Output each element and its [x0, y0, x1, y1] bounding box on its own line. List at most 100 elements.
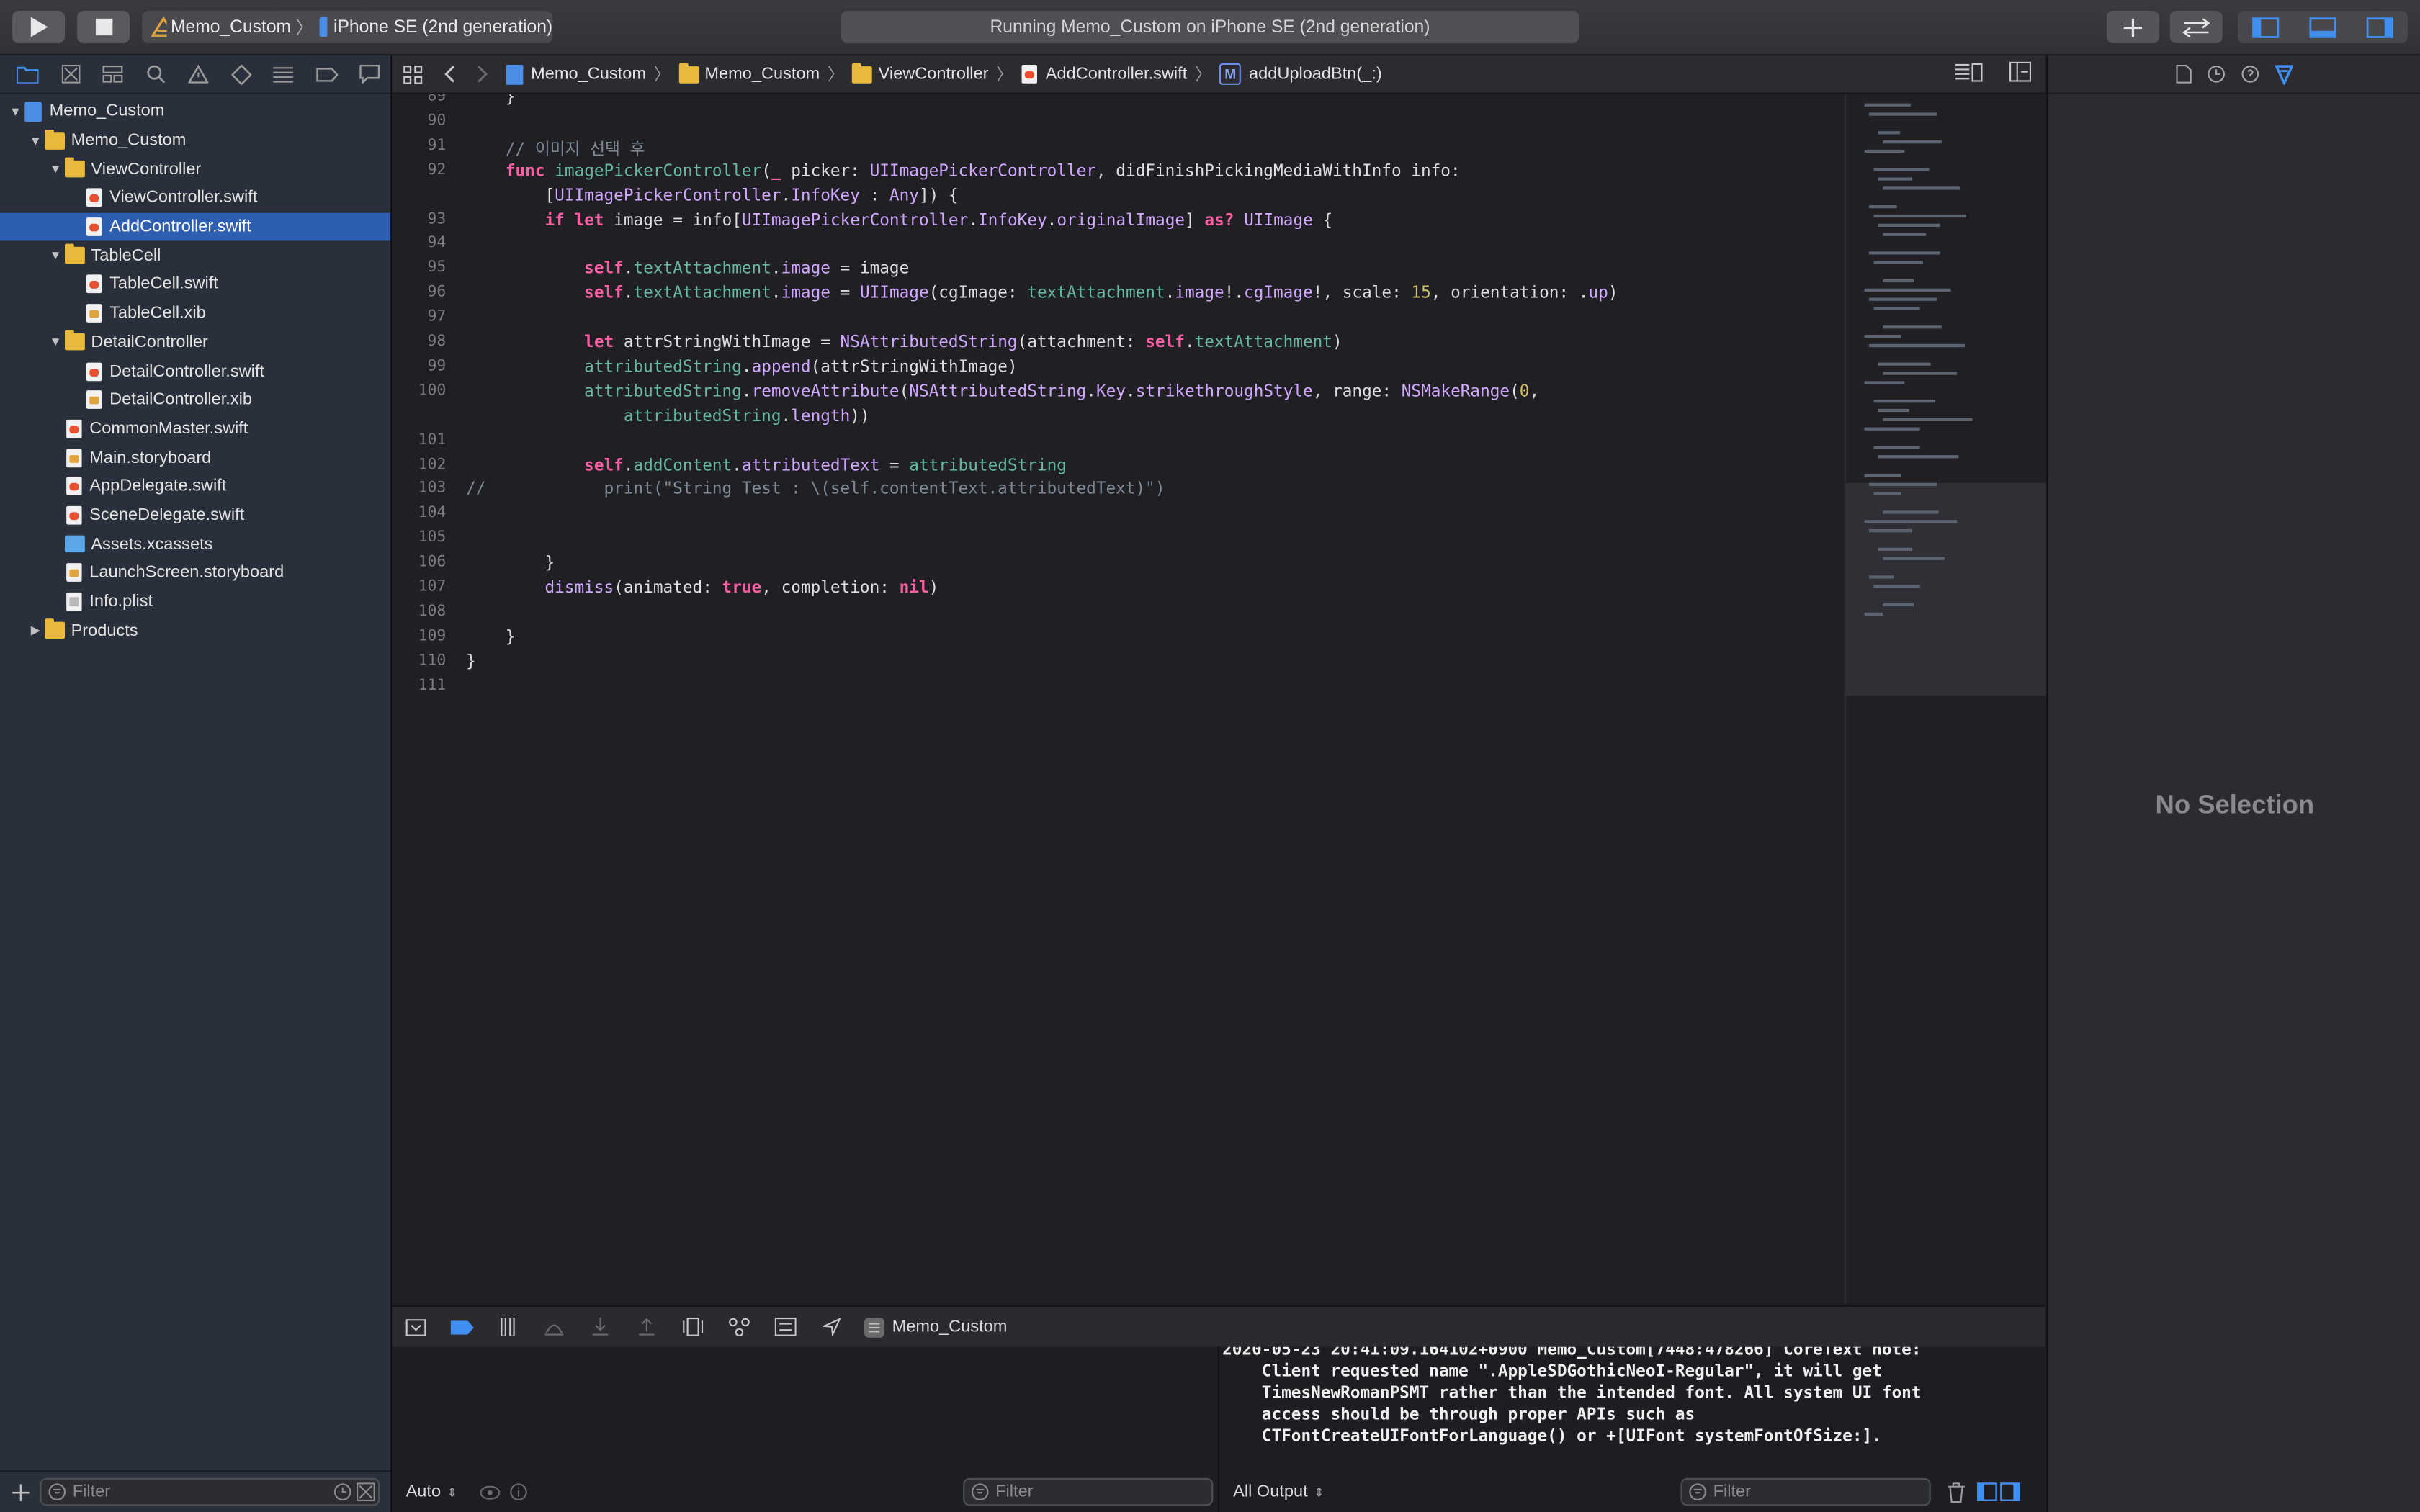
file-tree-item[interactable]: ▼ DetailController [0, 328, 390, 356]
info-icon[interactable] [509, 1482, 528, 1501]
code-line[interactable]: if let image = info[UIImagePickerControl… [466, 211, 1332, 230]
code-line[interactable]: attributedString.length)) [466, 407, 870, 426]
hide-debug-area-icon[interactable] [392, 1307, 438, 1347]
code-line[interactable]: } [466, 652, 476, 671]
file-tree-item[interactable]: ▼ TableCell [0, 241, 390, 270]
step-into-icon[interactable] [577, 1307, 623, 1347]
source-editor[interactable]: 89 } 90 91 // 이미지 선택 후 92 func imagePickerC… [392, 94, 1843, 1304]
debug-area-toggle-icon[interactable] [2309, 17, 2337, 38]
file-tree-item[interactable]: CommonMaster.swift [0, 414, 390, 443]
minimap-visible-region[interactable] [1845, 482, 2047, 696]
code-line[interactable]: } [466, 554, 555, 572]
test-nav-icon[interactable] [220, 55, 262, 92]
file-tree-item[interactable]: ▼ Memo_Custom [0, 97, 390, 126]
code-line[interactable]: attributedString.append(attrStringWithIm… [466, 358, 1017, 377]
disclosure-open-icon[interactable]: ▼ [6, 104, 25, 118]
add-editor-icon[interactable] [2009, 61, 2031, 86]
library-button[interactable] [2107, 11, 2159, 43]
breakpoints-toggle-icon[interactable] [439, 1307, 485, 1347]
code-line[interactable]: self.textAttachment.image = UIImage(cgIm… [466, 284, 1618, 303]
help-inspector-icon[interactable] [2241, 65, 2259, 84]
back-button[interactable] [432, 65, 466, 84]
trash-icon[interactable] [1948, 1482, 1965, 1503]
file-tree-item[interactable]: TableCell.swift [0, 270, 390, 299]
code-review-button[interactable] [2169, 11, 2223, 43]
navigator-filter-field[interactable]: Filter [40, 1477, 380, 1506]
code-line[interactable]: // print("String Test : \(self.contentTe… [466, 480, 1165, 499]
file-tree-item[interactable]: ▼ Memo_Custom [0, 126, 390, 155]
code-line[interactable]: } [466, 628, 516, 647]
code-line[interactable]: self.textAttachment.image = image [466, 260, 909, 279]
environment-overrides-icon[interactable] [763, 1307, 809, 1347]
file-tree-item[interactable]: AddController.swift [0, 212, 391, 242]
file-tree-item[interactable]: DetailController.xib [0, 385, 390, 414]
breadcrumb-group[interactable]: Memo_Custom 〉 [678, 62, 852, 86]
memory-graph-icon[interactable] [716, 1307, 762, 1347]
code-line[interactable]: func imagePickerController(_ picker: UII… [466, 161, 1461, 180]
forward-button[interactable] [466, 65, 500, 84]
code-line[interactable]: [UIImagePickerController.InfoKey : Any])… [466, 186, 958, 204]
history-inspector-icon[interactable] [2207, 65, 2226, 84]
code-line[interactable]: } [466, 94, 516, 107]
disclosure-open-icon[interactable]: ▼ [46, 162, 65, 176]
related-items-icon[interactable] [392, 64, 432, 84]
file-tree-item[interactable]: LaunchScreen.storyboard [0, 559, 390, 588]
breadcrumb-subgroup[interactable]: ViewController 〉 [852, 62, 1021, 86]
attributes-inspector-icon[interactable] [2275, 64, 2294, 84]
scheme-selector[interactable]: Memo_Custom 〉 iPhone SE (2nd generation) [142, 11, 553, 43]
add-file-icon[interactable] [0, 1483, 40, 1500]
source-control-filter-icon[interactable] [356, 1482, 375, 1501]
split-view-toggle[interactable] [1977, 1482, 2020, 1501]
show-variables-icon[interactable] [1977, 1482, 1997, 1501]
file-tree-item[interactable]: Assets.xcassets [0, 530, 390, 559]
view-hierarchy-icon[interactable] [670, 1307, 716, 1347]
step-over-icon[interactable] [531, 1307, 577, 1347]
code-line[interactable]: dismiss(animated: true, completion: nil) [466, 579, 938, 598]
console-output-popup[interactable]: All Output ⇕ [1233, 1472, 1325, 1512]
source-control-nav-icon[interactable] [49, 55, 91, 92]
debug-target[interactable]: Memo_Custom [864, 1316, 1007, 1337]
file-tree-item[interactable]: ▶ Products [0, 616, 390, 645]
breadcrumb-file[interactable]: AddController.swift 〉 [1021, 62, 1219, 86]
console-output[interactable]: 2020-05-23 20:41:09.164102+0900 Memo_Cus… [1219, 1347, 2045, 1447]
code-line[interactable]: attributedString.removeAttribute(NSAttri… [466, 382, 1539, 401]
debug-nav-icon[interactable] [262, 55, 305, 92]
folder-nav-icon[interactable] [6, 55, 49, 92]
report-nav-icon[interactable] [348, 55, 390, 92]
inspector-toggle-icon[interactable] [2365, 17, 2393, 38]
disclosure-open-icon[interactable]: ▼ [46, 249, 65, 263]
search-nav-icon[interactable] [134, 55, 176, 92]
simulate-location-icon[interactable] [809, 1307, 855, 1347]
recent-files-icon[interactable] [333, 1482, 352, 1501]
navigator-toggle-icon[interactable] [2252, 17, 2280, 38]
file-tree-item[interactable]: AppDelegate.swift [0, 472, 390, 501]
file-tree-item[interactable]: Info.plist [0, 588, 390, 616]
console[interactable]: 2020-05-23 20:41:09.164102+0900 Memo_Cus… [1219, 1346, 2045, 1512]
breadcrumb-symbol[interactable]: M addUploadBtn(_:) [1219, 63, 1382, 85]
pause-icon[interactable] [485, 1307, 531, 1347]
breadcrumb-project[interactable]: Memo_Custom 〉 [506, 62, 678, 86]
file-tree-item[interactable]: ▼ ViewController [0, 155, 390, 184]
code-line[interactable]: // 이미지 선택 후 [466, 137, 645, 160]
disclosure-open-icon[interactable]: ▼ [26, 133, 45, 147]
symbol-nav-icon[interactable] [91, 55, 134, 92]
run-button[interactable] [12, 11, 66, 43]
variables-scope-popup[interactable]: Auto ⇕ [406, 1472, 457, 1512]
disclosure-closed-icon[interactable]: ▶ [26, 624, 45, 637]
console-filter-field[interactable]: Filter [1680, 1477, 1931, 1506]
file-tree-item[interactable]: ViewController.swift [0, 184, 390, 212]
code-line[interactable]: let attrStringWithImage = NSAttributedSt… [466, 333, 1343, 352]
stop-button[interactable] [77, 11, 130, 43]
disclosure-open-icon[interactable]: ▼ [46, 336, 65, 349]
eye-icon[interactable] [480, 1485, 501, 1499]
file-inspector-icon[interactable] [2176, 65, 2192, 84]
show-console-icon[interactable] [2000, 1482, 2020, 1501]
editor-options-icon[interactable] [1955, 62, 1984, 86]
file-tree-item[interactable]: SceneDelegate.swift [0, 501, 390, 530]
breakpoint-nav-icon[interactable] [305, 55, 348, 92]
file-tree-item[interactable]: DetailController.swift [0, 356, 390, 385]
variables-filter-field[interactable]: Filter [963, 1477, 1214, 1506]
file-tree-item[interactable]: Main.storyboard [0, 444, 390, 472]
warning-nav-icon[interactable] [177, 55, 220, 92]
step-out-icon[interactable] [624, 1307, 670, 1347]
